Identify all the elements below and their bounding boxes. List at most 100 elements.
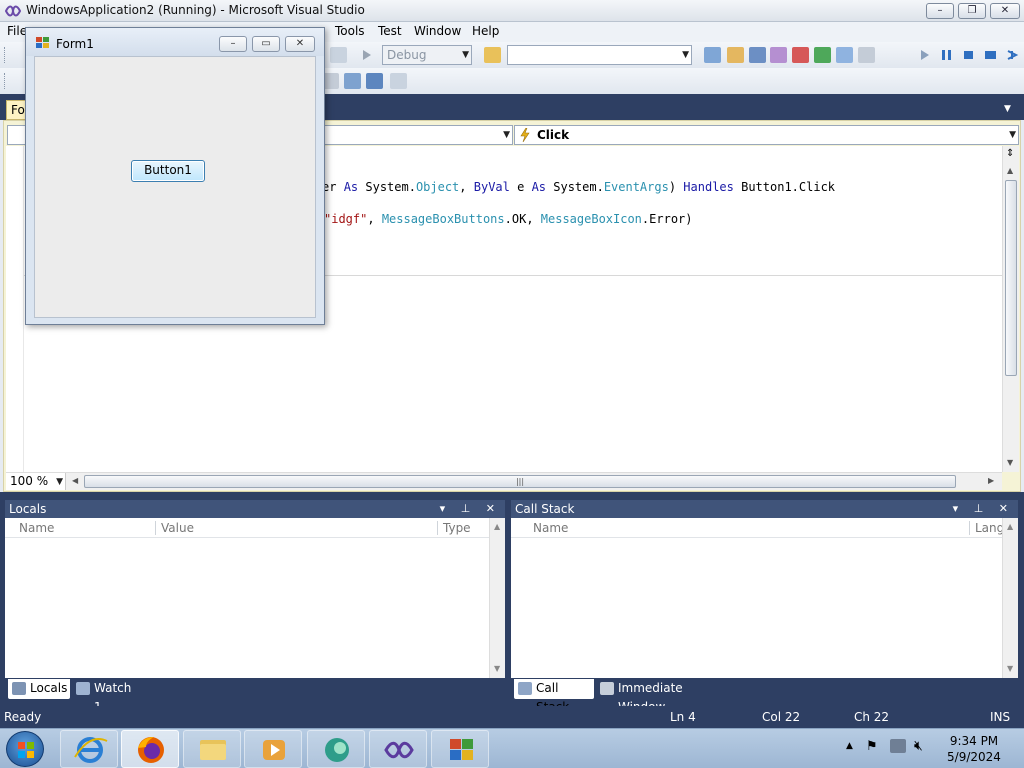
start-debug-icon[interactable] [358, 47, 375, 63]
editor-gutter[interactable] [6, 146, 24, 472]
callstack-scrollbar[interactable]: ▲ ▼ [1002, 518, 1018, 678]
tab-call-stack[interactable]: Call Stack [514, 679, 594, 714]
green-app-icon [325, 738, 349, 762]
menu-window[interactable]: Window [414, 24, 461, 38]
column-type[interactable]: Type [443, 518, 471, 538]
form1-window[interactable]: Form1 – ▭ ✕ Button1 [25, 27, 325, 325]
action-center-flag-icon[interactable]: ⚑ [866, 739, 878, 754]
form1-minimize-button[interactable]: – [219, 36, 247, 52]
taskbar-form-app[interactable] [431, 730, 489, 768]
internet-explorer-icon [74, 737, 108, 763]
code-line-handler: er As System.Object, ByVal e As System.E… [322, 180, 836, 194]
menu-test[interactable]: Test [378, 24, 402, 38]
scroll-left-icon[interactable]: ◀ [72, 476, 78, 485]
callstack-panel: Name Lang ▲ ▼ [511, 518, 1018, 678]
chevron-down-icon[interactable]: ▼ [1004, 104, 1011, 114]
status-char: Ch 22 [854, 710, 890, 724]
find-in-files-icon[interactable] [484, 47, 501, 63]
form1-title: Form1 [56, 37, 94, 51]
windows-logo-icon [18, 742, 34, 758]
scroll-down-icon[interactable]: ▼ [1007, 458, 1013, 467]
continue-icon[interactable] [916, 47, 933, 63]
scroll-up-icon[interactable]: ▲ [494, 522, 500, 531]
network-icon[interactable] [890, 739, 906, 753]
panel-window-controls[interactable]: ▾ ⊥ ✕ [440, 500, 501, 518]
vertical-scroll-thumb[interactable] [1005, 180, 1017, 376]
scroll-right-icon[interactable]: ▶ [988, 476, 994, 485]
class-view-icon[interactable] [836, 47, 853, 63]
column-name[interactable]: Name [533, 518, 568, 538]
visual-studio-icon [5, 5, 21, 17]
restart-icon[interactable] [982, 47, 999, 63]
taskbar-firefox[interactable] [121, 730, 179, 768]
horizontal-scroll-thumb[interactable]: ||| [84, 475, 956, 488]
start-page-icon[interactable] [814, 47, 831, 63]
toolbar-grip[interactable] [4, 73, 7, 89]
volume-muted-icon[interactable]: 🔇︎ [914, 738, 923, 754]
tools-icon[interactable] [792, 47, 809, 63]
taskbar-file-explorer[interactable] [183, 730, 241, 768]
scroll-down-icon[interactable]: ▼ [1007, 664, 1013, 673]
uncomment-icon[interactable] [344, 73, 361, 89]
menu-tools[interactable]: Tools [335, 24, 365, 38]
solution-config-combo[interactable]: Debug ▼ [382, 45, 472, 65]
column-value[interactable]: Value [161, 518, 194, 538]
scroll-down-icon[interactable]: ▼ [494, 664, 500, 673]
taskbar-visual-studio[interactable] [369, 730, 427, 768]
restore-button[interactable]: ❐ [958, 3, 986, 19]
callstack-panel-header: Call Stack ▾ ⊥ ✕ [511, 500, 1018, 518]
bookmark-icon[interactable] [366, 73, 383, 89]
chevron-down-icon: ▼ [1009, 130, 1016, 140]
window-title: WindowsApplication2 (Running) - Microsof… [26, 3, 365, 17]
title-bar: WindowsApplication2 (Running) - Microsof… [0, 0, 1024, 22]
taskbar-internet-explorer[interactable] [60, 730, 118, 768]
form1-title-bar[interactable]: Form1 – ▭ ✕ [26, 28, 324, 56]
scroll-up-icon[interactable]: ▲ [1007, 166, 1013, 175]
break-all-icon[interactable] [938, 47, 955, 63]
find-combo[interactable]: ▼ [507, 45, 692, 65]
properties-icon[interactable] [727, 47, 744, 63]
locals-icon [12, 682, 26, 695]
chevron-down-icon: ▼ [56, 477, 63, 487]
form1-maximize-button[interactable]: ▭ [252, 36, 280, 52]
button1[interactable]: Button1 [131, 160, 205, 182]
window-layout-icon[interactable] [858, 47, 875, 63]
scroll-up-icon[interactable]: ▲ [1007, 522, 1013, 531]
status-column: Col 22 [762, 710, 801, 724]
save-all-icon[interactable] [330, 47, 347, 63]
solution-explorer-icon[interactable] [704, 47, 721, 63]
taskbar-app[interactable] [307, 730, 365, 768]
menu-help[interactable]: Help [472, 24, 499, 38]
method-name-combo[interactable]: Click ▼ [514, 125, 1019, 145]
taskbar: ▲ ⚑ 🔇︎ 9:34 PM 5/9/2024 [0, 728, 1024, 768]
splitter-icon[interactable]: ⇕ [1006, 148, 1014, 159]
next-bookmark-icon[interactable] [390, 73, 407, 89]
column-name[interactable]: Name [19, 518, 54, 538]
column-language[interactable]: Lang [975, 518, 1004, 538]
panel-window-controls[interactable]: ▾ ⊥ ✕ [953, 500, 1014, 518]
zoom-combo[interactable]: 100 % ▼ [6, 473, 66, 490]
stop-debugging-icon[interactable] [960, 47, 977, 63]
zoom-value: 100 % [10, 474, 49, 488]
start-button[interactable] [6, 731, 44, 767]
close-button[interactable]: ✕ [990, 3, 1020, 19]
toolbar-grip[interactable] [4, 47, 7, 63]
show-next-statement-icon[interactable] [1004, 47, 1021, 63]
show-hidden-icons-icon[interactable]: ▲ [846, 741, 853, 751]
taskbar-media-player[interactable] [244, 730, 302, 768]
toolbox-icon[interactable] [770, 47, 787, 63]
locals-scrollbar[interactable]: ▲ ▼ [489, 518, 505, 678]
form1-close-button[interactable]: ✕ [285, 36, 315, 52]
object-browser-icon[interactable] [749, 47, 766, 63]
chevron-down-icon: ▼ [503, 130, 510, 140]
tab-watch-1[interactable]: Watch 1 [72, 679, 142, 714]
editor-vertical-scrollbar[interactable]: ⇕ ▲ ▼ [1002, 146, 1019, 472]
tab-locals[interactable]: Locals [8, 679, 70, 699]
clock-time: 9:34 PM [949, 734, 999, 748]
tab-locals-label: Locals [30, 681, 68, 695]
locals-panel: Name Value Type ▲ ▼ [5, 518, 505, 678]
tab-immediate-window[interactable]: Immediate Window [596, 679, 726, 714]
clock[interactable]: 9:34 PM 5/9/2024 [944, 733, 1004, 765]
status-insert-mode: INS [990, 710, 1011, 724]
minimize-button[interactable]: – [926, 3, 954, 19]
